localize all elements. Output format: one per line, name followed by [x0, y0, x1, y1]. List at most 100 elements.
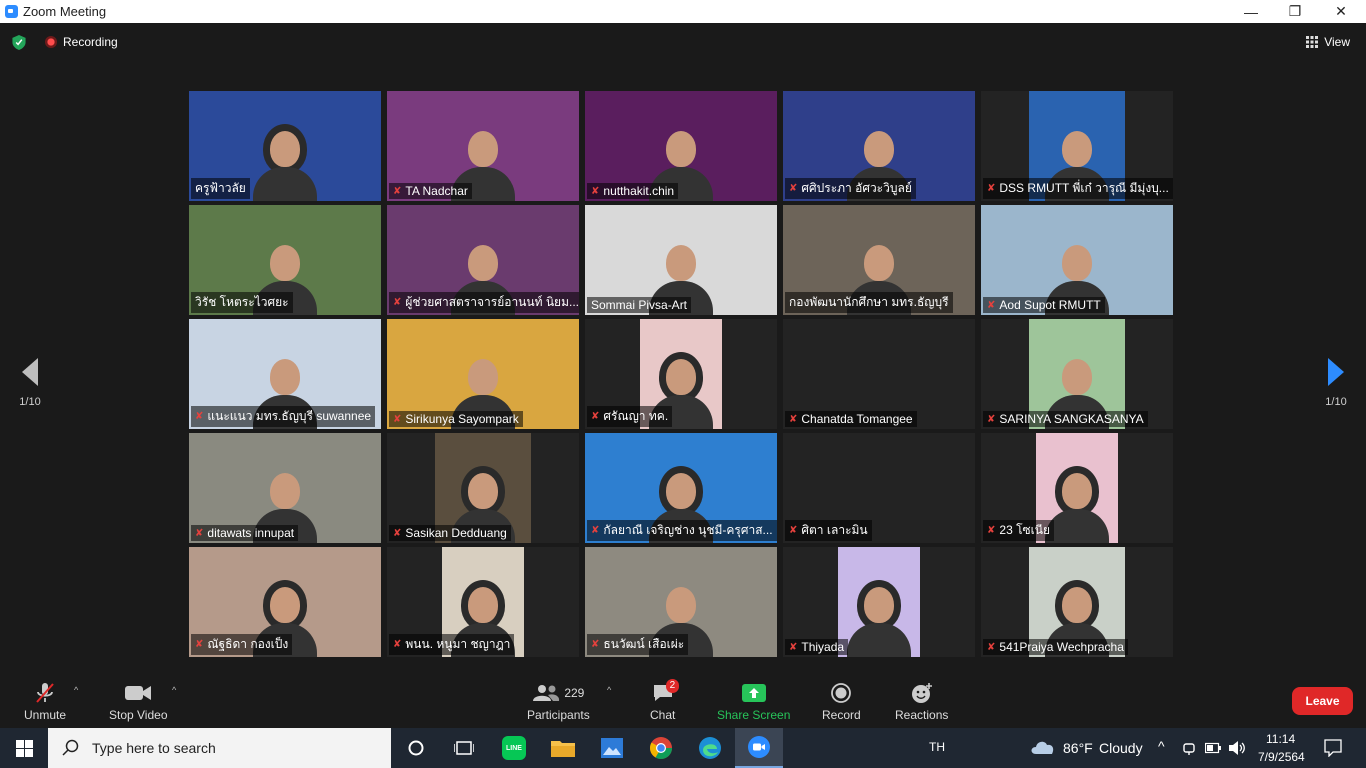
view-button[interactable]: View [1306, 35, 1350, 49]
photos-app-icon[interactable] [588, 728, 636, 768]
chat-button[interactable]: 2 Chat [650, 679, 680, 722]
participant-name: ศรัณญา ทค. [603, 409, 669, 423]
participant-name: ธนวัฒน์ เสือเผ่ะ [603, 637, 685, 651]
participant-tile[interactable]: ✘ ศิตา เลาะมิน [783, 433, 975, 543]
task-view-icon[interactable] [440, 728, 488, 768]
file-explorer-icon[interactable] [539, 728, 587, 768]
leave-button[interactable]: Leave [1292, 687, 1353, 715]
stop-video-button[interactable]: Stop Video [109, 681, 168, 722]
participant-tile[interactable]: ✘ Thiyada [783, 547, 975, 657]
participant-tile[interactable]: ✘ SARINYA SANGKASANYA [981, 319, 1173, 429]
participant-name: ditawats innupat [207, 526, 295, 540]
clock-date[interactable]: 7/9/2564 [1258, 750, 1305, 764]
input-language[interactable]: TH [929, 740, 945, 754]
meet-now-icon[interactable] [1182, 740, 1196, 756]
participant-name-label: ✘ 23 โซเนีย [983, 520, 1054, 541]
action-center-icon[interactable] [1324, 739, 1342, 757]
participant-name-label: ✘ ผู้ช่วยศาสตราจารย์อานนท์ นิยม... [389, 292, 579, 313]
battery-icon[interactable] [1205, 742, 1221, 754]
participant-tile[interactable]: ✘ ศศิประภา อัศวะวิบูลย์ [783, 91, 975, 201]
participant-tile[interactable]: Sommai Pivsa-Art [585, 205, 777, 315]
participant-tile[interactable]: ✘ ศรัณญา ทค. [585, 319, 777, 429]
participant-tile[interactable]: กองพัฒนานักศึกษา มทร.ธัญบุรี [783, 205, 975, 315]
view-label: View [1324, 35, 1350, 49]
participant-tile[interactable]: ✘ 541Praiya Wechpracha [981, 547, 1173, 657]
encryption-shield-icon[interactable] [12, 35, 26, 50]
windows-start-button[interactable] [0, 728, 48, 768]
unmute-label: Unmute [24, 708, 67, 722]
zoom-taskbar-icon[interactable] [735, 728, 783, 768]
participant-tile[interactable]: ✘ Sirikunya Sayompark [387, 319, 579, 429]
muted-microphone-icon: ✘ [591, 411, 600, 422]
participant-tile[interactable]: ✘ Sasikan Dedduang [387, 433, 579, 543]
participant-tile[interactable]: ✘ Aod Supot RMUTT [981, 205, 1173, 315]
recording-indicator[interactable]: Recording [45, 35, 118, 49]
muted-microphone-icon: ✘ [987, 525, 996, 536]
recording-dot-icon [45, 36, 57, 48]
silhouette-body [1045, 509, 1109, 543]
participant-name: Sirikunya Sayompark [405, 412, 519, 426]
unmute-button[interactable]: Unmute [24, 681, 66, 722]
volume-icon[interactable] [1228, 740, 1246, 756]
participant-tile[interactable]: ✘ DSS RMUTT พี่เก๋ วารุณี มีมุ่งบุ... [981, 91, 1173, 201]
participant-tile[interactable]: ✘ ธนวัฒน์ เสือเผ่ะ [585, 547, 777, 657]
participant-name: Sommai Pivsa-Art [591, 298, 688, 312]
clock-time[interactable]: 11:14 [1266, 732, 1295, 746]
participant-tile[interactable]: วิรัช โหตระไวศยะ [189, 205, 381, 315]
participant-tile[interactable]: ✘ ผู้ช่วยศาสตราจารย์อานนท์ นิยม... [387, 205, 579, 315]
video-camera-icon [125, 681, 152, 705]
participant-name: แนะแนว มทร.ธัญบุรี suwannee [207, 409, 372, 423]
participant-name-label: ✘ ศรัณญา ทค. [587, 406, 673, 427]
participant-silhouette [847, 579, 911, 657]
participant-name: ณัฐธิดา กองเป็ง [207, 637, 289, 651]
weather-temperature[interactable]: 86°F [1063, 740, 1093, 756]
participant-tile[interactable]: ✘ ณัฐธิดา กองเป็ง [189, 547, 381, 657]
participant-tile[interactable]: ✘ TA Nadchar [387, 91, 579, 201]
previous-page-button[interactable]: 1/10 [15, 358, 45, 408]
silhouette-head [270, 245, 300, 281]
arrow-left-icon [22, 358, 38, 386]
line-app-icon[interactable]: LINE [490, 728, 538, 768]
restore-button[interactable]: ❐ [1272, 0, 1318, 23]
participant-tile[interactable]: ครูฟ้าวลัย [189, 91, 381, 201]
participant-tile[interactable]: ✘ กัลยาณี เจริญช่าง นุชมี-ครุศาส... [585, 433, 777, 543]
participant-tile[interactable]: ✘ แนะแนว มทร.ธัญบุรี suwannee [189, 319, 381, 429]
video-options-caret-icon[interactable]: ^ [172, 685, 176, 695]
show-hidden-icons-caret-icon[interactable]: ^ [1158, 738, 1165, 754]
participants-options-caret-icon[interactable]: ^ [607, 685, 611, 695]
participant-name: Thiyada [801, 640, 845, 654]
next-page-button[interactable]: 1/10 [1321, 358, 1351, 408]
participant-tile[interactable]: ✘ 23 โซเนีย [981, 433, 1173, 543]
audio-options-caret-icon[interactable]: ^ [74, 685, 78, 695]
cloudy-weather-icon[interactable] [1030, 738, 1056, 756]
participant-tile[interactable]: ✘ พนน. หนูมา ชญาฎา [387, 547, 579, 657]
participant-tile[interactable]: ✘ Chanatda Tomangee [783, 319, 975, 429]
participants-button[interactable]: 229 Participants [527, 681, 590, 722]
silhouette-body [847, 623, 911, 657]
silhouette-head [1062, 131, 1092, 167]
chrome-icon[interactable] [637, 728, 685, 768]
stop-video-label: Stop Video [109, 708, 168, 722]
participant-video [838, 547, 920, 657]
edge-icon[interactable] [686, 728, 734, 768]
taskbar-search-box[interactable]: Type here to search [48, 728, 391, 768]
participant-name-label: ✘ ditawats innupat [191, 525, 299, 541]
muted-microphone-icon: ✘ [393, 297, 402, 308]
minimize-button[interactable]: — [1228, 0, 1274, 23]
participant-name: Sasikan Dedduang [405, 526, 507, 540]
share-screen-button[interactable]: Share Screen [717, 681, 790, 722]
reactions-button[interactable]: Reactions [895, 681, 948, 722]
silhouette-head [270, 587, 300, 623]
close-button[interactable]: ✕ [1318, 0, 1364, 23]
participant-name: กัลยาณี เจริญช่าง นุชมี-ครุศาส... [603, 523, 773, 537]
page-indicator-right: 1/10 [1325, 396, 1347, 408]
participant-tile[interactable]: ✘ nutthakit.chin [585, 91, 777, 201]
arrow-right-icon [1328, 358, 1344, 386]
cortana-icon[interactable] [392, 728, 440, 768]
share-screen-label: Share Screen [717, 708, 791, 722]
record-button[interactable]: Record [822, 681, 861, 722]
participant-tile[interactable]: ✘ ditawats innupat [189, 433, 381, 543]
silhouette-head [270, 473, 300, 509]
weather-description[interactable]: Cloudy [1099, 740, 1143, 756]
muted-microphone-icon: ✘ [591, 639, 600, 650]
